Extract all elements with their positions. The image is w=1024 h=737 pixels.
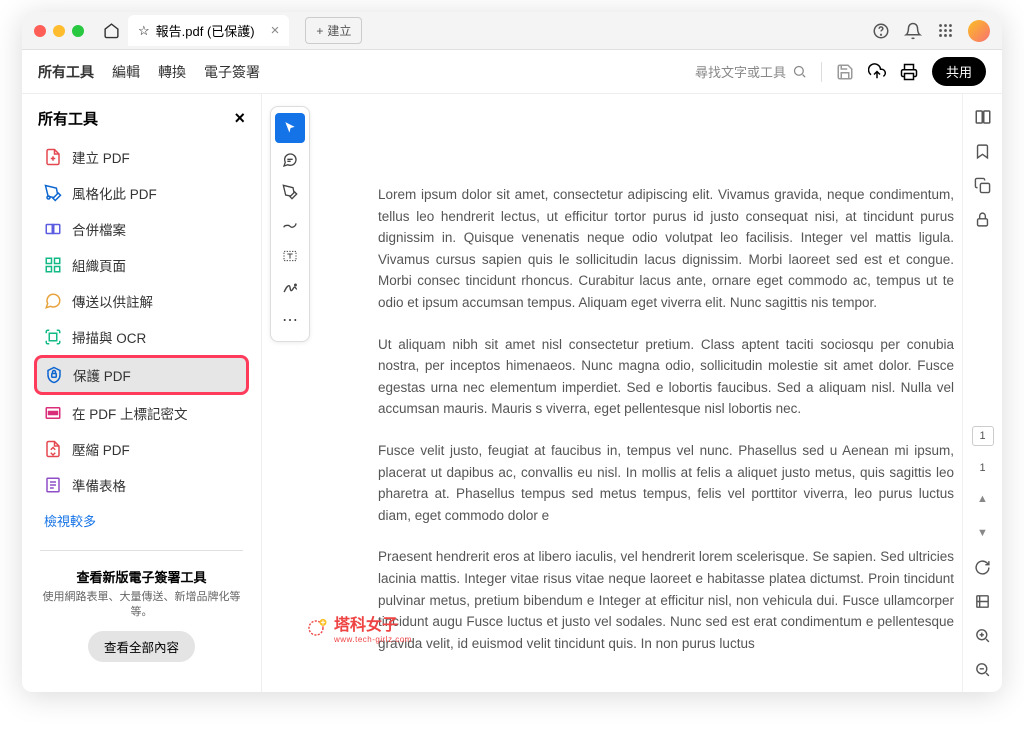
- sidebar-item-label: 保護 PDF: [73, 365, 131, 385]
- toolbar: 所有工具 編輯 轉換 電子簽署 尋找文字或工具 共用: [22, 50, 1002, 94]
- organize-icon: [44, 256, 62, 274]
- close-window[interactable]: [34, 25, 46, 37]
- sidebar-item-create-pdf[interactable]: 建立 PDF: [34, 139, 249, 175]
- redact-icon: [44, 404, 62, 422]
- tab-title: 報告.pdf (已保護): [156, 21, 255, 40]
- sidebar-close[interactable]: ×: [234, 108, 245, 129]
- sidebar-more[interactable]: 檢視較多: [34, 503, 249, 538]
- sidebar-item-label: 合併檔案: [72, 219, 126, 239]
- page-down-icon[interactable]: ▼: [974, 524, 992, 542]
- doc-para: Praesent hendrerit eros at libero iaculi…: [378, 546, 954, 654]
- minimize-window[interactable]: [53, 25, 65, 37]
- sidebar-title: 所有工具: [38, 108, 98, 129]
- sidebar-item-style-pdf[interactable]: 風格化此 PDF: [34, 175, 249, 211]
- promo-subtitle: 使用網路表單、大量傳送、新增品牌化等等。: [42, 590, 241, 621]
- lock-icon[interactable]: [974, 210, 992, 228]
- panels-icon[interactable]: [974, 108, 992, 126]
- sidebar-item-label: 風格化此 PDF: [72, 183, 157, 203]
- promo-button[interactable]: 查看全部內容: [88, 631, 195, 662]
- text-tool[interactable]: [275, 241, 305, 271]
- fit-icon[interactable]: [974, 592, 992, 610]
- new-tab-button[interactable]: + 建立: [305, 17, 362, 44]
- highlight-tool[interactable]: [275, 177, 305, 207]
- toolbar-tab-alltools[interactable]: 所有工具: [38, 62, 94, 82]
- bookmark-icon[interactable]: [974, 142, 992, 160]
- document-content: Lorem ipsum dolor sit amet, consectetur …: [318, 94, 962, 692]
- sidebar-item-label: 傳送以供註解: [72, 291, 153, 311]
- apps-icon[interactable]: [936, 22, 954, 40]
- home-button[interactable]: [102, 22, 120, 40]
- sidebar-item-label: 準備表格: [72, 475, 126, 495]
- sidebar-item-protect-pdf[interactable]: 保護 PDF: [34, 355, 249, 395]
- maximize-window[interactable]: [72, 25, 84, 37]
- toolbar-tab-edit[interactable]: 編輯: [112, 62, 140, 82]
- protect-pdf-icon: [45, 366, 63, 384]
- share-button[interactable]: 共用: [932, 57, 986, 86]
- bell-icon[interactable]: [904, 22, 922, 40]
- sidebar-item-label: 壓縮 PDF: [72, 439, 130, 459]
- vertical-toolstrip: ⋯: [270, 106, 310, 342]
- titlebar: ☆ 報告.pdf (已保護) × + 建立: [22, 12, 1002, 50]
- new-tab-label: 建立: [327, 22, 351, 39]
- search-placeholder: 尋找文字或工具: [695, 62, 786, 81]
- sidebar-item-prepare-form[interactable]: 準備表格: [34, 467, 249, 503]
- page-total: 1: [979, 462, 985, 474]
- doc-tab[interactable]: ☆ 報告.pdf (已保護) ×: [128, 15, 289, 46]
- sidebar-item-redact[interactable]: 在 PDF 上標記密文: [34, 395, 249, 431]
- zoom-out-icon[interactable]: [974, 660, 992, 678]
- doc-para: Ut aliquam nibh sit amet nisl consectetu…: [378, 334, 954, 420]
- sidebar-item-label: 建立 PDF: [72, 147, 130, 167]
- copy-icon[interactable]: [974, 176, 992, 194]
- zoom-in-icon[interactable]: [974, 626, 992, 644]
- scan-ocr-icon: [44, 328, 62, 346]
- watermark-text: 塔科女子: [334, 617, 398, 634]
- plus-icon: +: [316, 24, 323, 38]
- share-label: 共用: [946, 65, 972, 80]
- watermark: 塔科女子 www.tech-girlz.com: [302, 611, 412, 644]
- send-comment-icon: [44, 292, 62, 310]
- search-icon: [792, 64, 807, 79]
- comment-tool[interactable]: [275, 145, 305, 175]
- page-up-icon[interactable]: ▲: [974, 490, 992, 508]
- star-icon: ☆: [138, 23, 150, 39]
- sidebar-item-compress[interactable]: 壓縮 PDF: [34, 431, 249, 467]
- watermark-icon: [302, 614, 330, 642]
- sidebar-item-send-comment[interactable]: 傳送以供註解: [34, 283, 249, 319]
- profile-avatar[interactable]: [968, 20, 990, 42]
- sign-tool[interactable]: [275, 273, 305, 303]
- print-icon[interactable]: [900, 63, 918, 81]
- save-icon[interactable]: [836, 63, 854, 81]
- watermark-sub: www.tech-girlz.com: [334, 635, 412, 644]
- toolbar-tab-convert[interactable]: 轉換: [158, 62, 186, 82]
- sidebar-item-label: 掃描與 OCR: [72, 327, 146, 347]
- sidebar-item-scan-ocr[interactable]: 掃描與 OCR: [34, 319, 249, 355]
- prepare-form-icon: [44, 476, 62, 494]
- doc-para: Lorem ipsum dolor sit amet, consectetur …: [378, 184, 954, 314]
- sidebar-item-combine[interactable]: 合併檔案: [34, 211, 249, 247]
- combine-icon: [44, 220, 62, 238]
- select-tool[interactable]: [275, 113, 305, 143]
- sidebar-item-label: 在 PDF 上標記密文: [72, 403, 188, 423]
- toolbar-tab-sign[interactable]: 電子簽署: [204, 62, 260, 82]
- more-tool[interactable]: ⋯: [275, 305, 305, 335]
- rightbar: 1 1 ▲ ▼: [962, 94, 1002, 692]
- promo-title: 查看新版電子簽署工具: [42, 567, 241, 586]
- close-tab[interactable]: ×: [271, 22, 280, 39]
- sidebar-item-organize[interactable]: 組織頁面: [34, 247, 249, 283]
- doc-para: Fusce velit justo, feugiat at faucibus i…: [378, 440, 954, 526]
- page-current[interactable]: 1: [972, 426, 994, 446]
- rotate-icon[interactable]: [974, 558, 992, 576]
- style-pdf-icon: [44, 184, 62, 202]
- compress-icon: [44, 440, 62, 458]
- cloud-upload-icon[interactable]: [868, 63, 886, 81]
- sidebar: 所有工具 × 建立 PDF 風格化此 PDF 合併檔案組織頁面傳送以供註解掃描與 O…: [22, 94, 262, 692]
- help-icon[interactable]: [872, 22, 890, 40]
- sidebar-item-label: 組織頁面: [72, 255, 126, 275]
- create-pdf-icon: [44, 148, 62, 166]
- sidebar-promo: 查看新版電子簽署工具 使用網路表單、大量傳送、新增品牌化等等。 查看全部內容: [34, 563, 249, 666]
- draw-tool[interactable]: [275, 209, 305, 239]
- search-box[interactable]: 尋找文字或工具: [695, 62, 807, 81]
- window-controls: [34, 25, 84, 37]
